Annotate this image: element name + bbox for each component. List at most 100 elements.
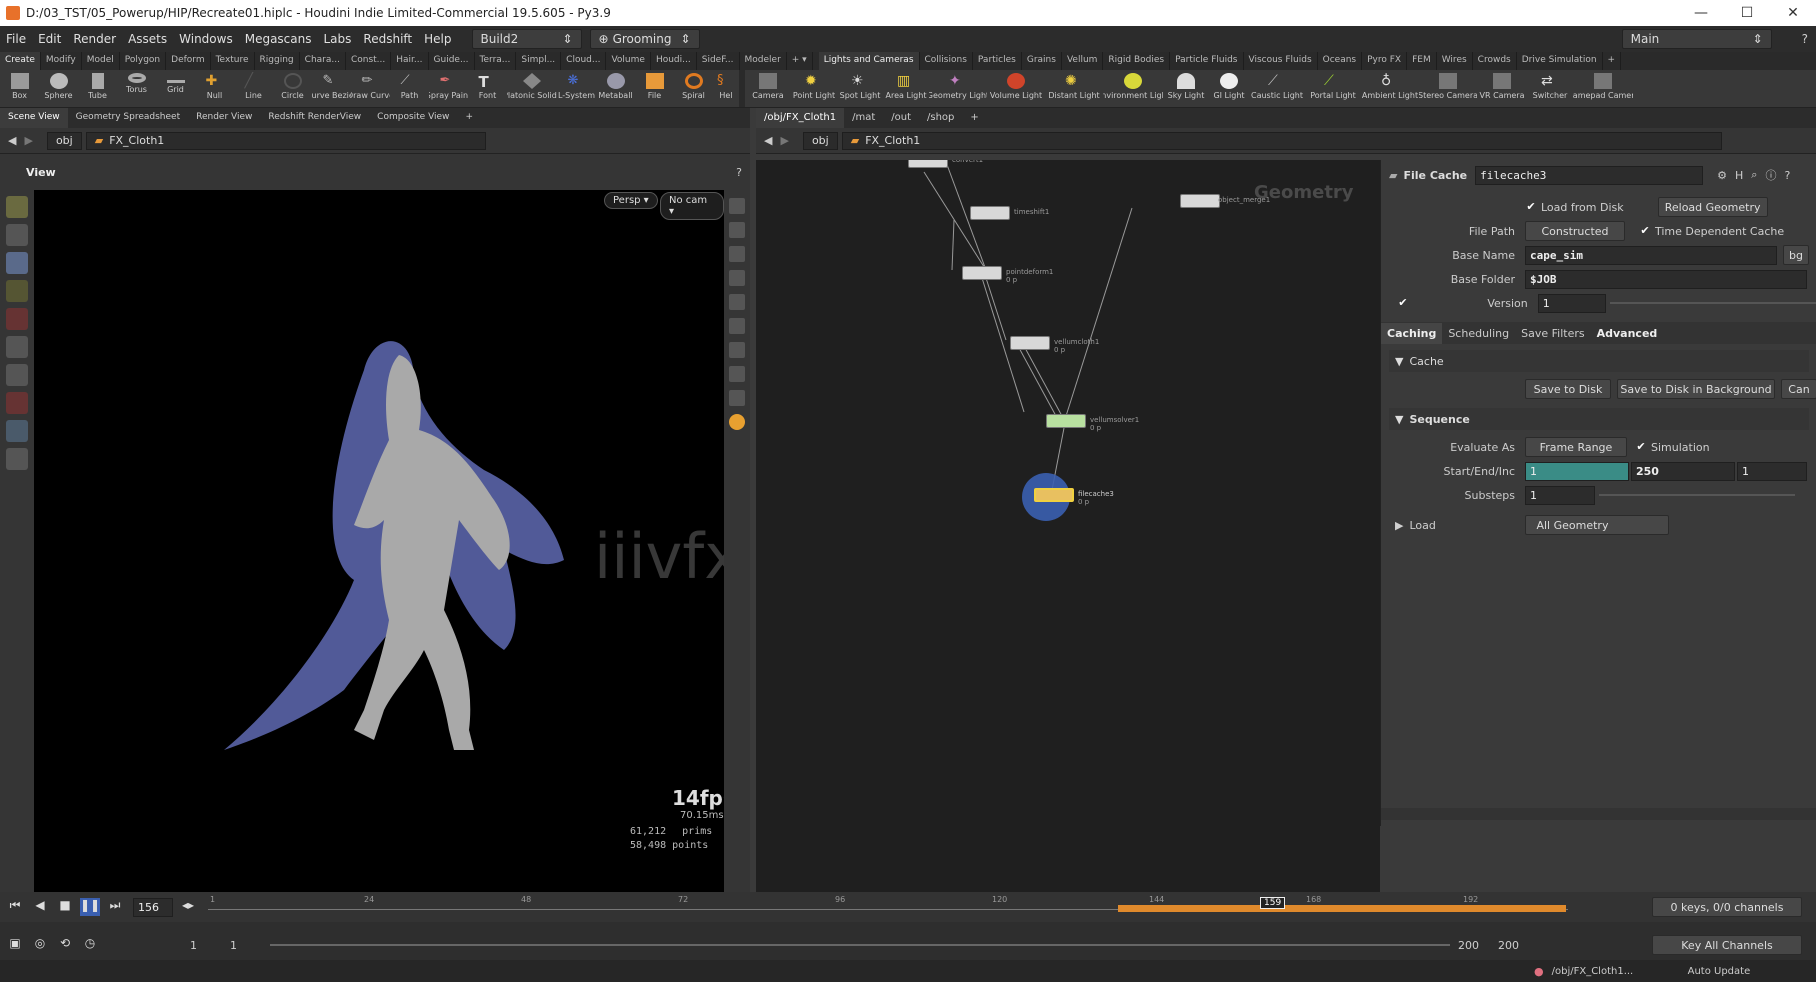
load-dropdown[interactable]: All Geometry [1525, 515, 1670, 535]
shelf-tab-guide[interactable]: Guide... [429, 52, 475, 70]
path-fx-cloth[interactable]: ▰ FX_Cloth1 [841, 131, 1722, 150]
tab-geometry-spreadsheet[interactable]: Geometry Spreadsheet [68, 108, 188, 128]
shelf-tab-deform[interactable]: Deform [166, 52, 211, 70]
node-filecache[interactable] [1034, 488, 1074, 502]
minimize-button[interactable]: — [1678, 5, 1724, 21]
view-tool-icon[interactable] [6, 364, 28, 386]
version-slider[interactable] [1610, 302, 1816, 304]
tool-spray-paint[interactable]: ✒ Spray Paint [429, 70, 468, 107]
shelf-tab-hair[interactable]: Hair... [391, 52, 429, 70]
pause-icon[interactable]: ❚❚ [80, 898, 100, 916]
pose-tool-icon[interactable] [6, 280, 28, 302]
camera-menu[interactable]: No cam ▾ [660, 192, 724, 220]
display-options-icon[interactable] [729, 198, 745, 214]
back-arrow-icon[interactable]: ◀ [764, 134, 772, 147]
jump-end-icon[interactable]: ⏭ [105, 898, 125, 916]
shelf-tab-viscous-fluids[interactable]: Viscous Fluids [1244, 52, 1318, 70]
menu-megascans[interactable]: Megascans [239, 32, 318, 46]
shelf-tab-houdini[interactable]: Houdi... [651, 52, 697, 70]
menu-windows[interactable]: Windows [173, 32, 239, 46]
node-object-merge[interactable] [1180, 194, 1220, 208]
tool-grid[interactable]: Grid [156, 70, 195, 107]
tab-save-filters[interactable]: Save Filters [1515, 323, 1590, 344]
auto-update-label[interactable]: Auto Update [1688, 966, 1751, 977]
end-field[interactable]: 250 [1631, 461, 1735, 481]
tool-caustic-light[interactable]: ⟋ Caustic Light [1249, 70, 1305, 107]
tool-environment-light[interactable]: Environment Light [1103, 70, 1163, 107]
node-vellumsolver[interactable] [1046, 414, 1086, 428]
transform-tool-icon[interactable] [6, 224, 28, 246]
base-name-field[interactable]: cape_sim [1525, 245, 1777, 265]
tab-shop[interactable]: /shop [919, 108, 962, 128]
tool-volume-light[interactable]: Volume Light [987, 70, 1045, 107]
version-enable-checkbox[interactable]: ✔ [1397, 297, 1409, 309]
hda-icon[interactable]: H [1735, 169, 1743, 182]
tool-sky-light[interactable]: Sky Light [1163, 70, 1209, 107]
range-start2-field[interactable]: 1 [230, 939, 270, 952]
node-convert[interactable] [908, 160, 948, 168]
magnet-tool-icon[interactable] [6, 392, 28, 414]
path-obj[interactable]: obj [802, 131, 838, 150]
brush-tool-icon[interactable] [6, 308, 28, 330]
range-end2-field[interactable]: 200 [1498, 939, 1538, 952]
shelf-tab-polygon[interactable]: Polygon [120, 52, 167, 70]
jump-start-icon[interactable]: ⏮ [5, 898, 25, 916]
network-editor[interactable]: Geometry convert1 timeshift1 pointdeform… [756, 160, 1380, 892]
start-field[interactable]: 1 [1525, 461, 1629, 481]
light-icon[interactable] [729, 270, 745, 286]
maximize-button[interactable]: ☐ [1724, 5, 1770, 21]
base-name-extra-button[interactable]: bg [1783, 245, 1809, 265]
tool-area-light[interactable]: ▥ Area Light [883, 70, 929, 107]
realtime-icon[interactable]: ▣ [5, 936, 25, 954]
menu-redshift[interactable]: Redshift [357, 32, 418, 46]
tool-sphere[interactable]: Sphere [39, 70, 78, 107]
prev-key-icon[interactable]: ◂▸ [178, 898, 198, 916]
shelf-tab-fem[interactable]: FEM [1407, 52, 1437, 70]
add-shelf-icon[interactable]: + ▾ [787, 52, 813, 70]
step-back-icon[interactable]: ◀ [30, 898, 50, 916]
help-icon[interactable]: ? [1802, 32, 1808, 46]
tab-scheduling[interactable]: Scheduling [1442, 323, 1515, 344]
shelf-tab-volume[interactable]: Volume [606, 52, 651, 70]
shelf-tab-crowds[interactable]: Crowds [1473, 52, 1517, 70]
load-from-disk-checkbox[interactable]: ✔ [1525, 201, 1537, 213]
shelf-tab-modeler[interactable]: Modeler [740, 52, 787, 70]
shelf-tab-sidefx[interactable]: SideF... [697, 52, 740, 70]
substeps-field[interactable]: 1 [1525, 485, 1595, 505]
add-tab-icon[interactable]: + [962, 108, 986, 128]
help-icon[interactable]: ? [736, 166, 742, 179]
tab-out[interactable]: /out [883, 108, 919, 128]
camera-tool-icon[interactable] [6, 448, 28, 470]
forward-arrow-icon[interactable]: ▶ [780, 134, 788, 147]
add-tab-icon[interactable]: + [457, 108, 481, 128]
tool-lsystem[interactable]: ❋ L-System [557, 70, 596, 107]
reload-geometry-button[interactable]: Reload Geometry [1657, 197, 1768, 217]
tool-gamepad-camera[interactable]: Gamepad Camera [1573, 70, 1633, 107]
substeps-slider[interactable] [1599, 494, 1795, 496]
shelf-tab-collisions[interactable]: Collisions [920, 52, 973, 70]
base-folder-field[interactable]: $JOB [1525, 269, 1807, 289]
tab-advanced[interactable]: Advanced [1591, 323, 1664, 344]
tool-stereo-camera[interactable]: Stereo Camera [1419, 70, 1477, 107]
tool-vr-camera[interactable]: VR Camera [1477, 70, 1527, 107]
stop-icon[interactable]: ■ [55, 898, 75, 916]
tool-tube[interactable]: Tube [78, 70, 117, 107]
snap-tool-icon[interactable] [6, 420, 28, 442]
version-field[interactable]: 1 [1537, 293, 1607, 313]
status-path[interactable]: /obj/FX_Cloth1... [1552, 966, 1652, 977]
main-dropdown[interactable]: Main ⇕ [1621, 29, 1772, 49]
search-icon[interactable]: ⌕ [1751, 168, 1757, 182]
shelf-tab-terrain[interactable]: Terra... [475, 52, 517, 70]
save-to-disk-button[interactable]: Save to Disk [1525, 379, 1611, 399]
collapsed-arrow-icon[interactable]: ▶ [1395, 519, 1403, 532]
keys-channels-display[interactable]: 0 keys, 0/0 channels [1652, 897, 1802, 917]
add-shelf-icon[interactable]: + [1603, 52, 1622, 70]
back-arrow-icon[interactable]: ◀ [8, 134, 16, 147]
close-button[interactable]: ✕ [1770, 5, 1816, 21]
menu-edit[interactable]: Edit [32, 32, 67, 46]
forward-arrow-icon[interactable]: ▶ [24, 134, 32, 147]
menu-help[interactable]: Help [418, 32, 457, 46]
menu-render[interactable]: Render [67, 32, 122, 46]
sequence-section[interactable]: ▼ Sequence [1389, 408, 1809, 430]
tool-switcher[interactable]: ⇄ Switcher [1527, 70, 1573, 107]
